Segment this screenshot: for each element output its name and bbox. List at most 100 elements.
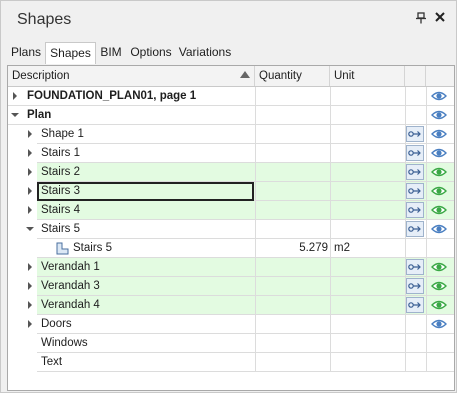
quantity-cell[interactable]	[255, 106, 330, 125]
collapse-arrow-icon[interactable]	[11, 113, 19, 117]
tree-row[interactable]: Windows	[8, 334, 454, 353]
link-button[interactable]	[406, 164, 424, 180]
quantity-cell[interactable]	[255, 87, 330, 106]
quantity-cell[interactable]	[255, 201, 330, 220]
tab-shapes[interactable]: Shapes	[45, 42, 96, 64]
eye-visible-icon[interactable]	[431, 260, 447, 274]
unit-cell[interactable]	[330, 182, 405, 201]
unit-cell[interactable]	[330, 125, 405, 144]
tree-row[interactable]: Text	[8, 353, 454, 372]
description-cell[interactable]	[37, 239, 255, 258]
quantity-cell[interactable]	[255, 182, 330, 201]
unit-cell[interactable]	[330, 277, 405, 296]
expand-arrow-icon[interactable]	[28, 168, 32, 176]
tree-row-highlighted[interactable]: Verandah 3	[8, 277, 454, 296]
eye-visible-icon[interactable]	[431, 203, 447, 217]
column-divider	[255, 220, 256, 239]
unit-cell[interactable]	[330, 334, 405, 353]
collapse-arrow-icon[interactable]	[26, 227, 34, 231]
tree-row-highlighted[interactable]: Verandah 4	[8, 296, 454, 315]
link-button[interactable]	[406, 183, 424, 199]
eye-icon[interactable]	[431, 89, 447, 103]
close-icon[interactable]	[433, 11, 447, 27]
quantity-cell[interactable]	[255, 125, 330, 144]
quantity-cell[interactable]	[255, 258, 330, 277]
row-label: Doors	[41, 318, 72, 330]
eye-icon[interactable]	[431, 317, 447, 331]
eye-visible-icon[interactable]	[431, 298, 447, 312]
quantity-cell[interactable]	[255, 296, 330, 315]
quantity-cell[interactable]	[255, 334, 330, 353]
link-button[interactable]	[406, 126, 424, 142]
expand-arrow-icon[interactable]	[28, 263, 32, 271]
tree-row-highlighted[interactable]: Verandah 1	[8, 258, 454, 277]
unit-cell[interactable]	[330, 220, 405, 239]
tree-row[interactable]: Stairs 5	[8, 220, 454, 239]
column-header-description[interactable]: Description	[8, 66, 255, 86]
link-button[interactable]	[406, 278, 424, 294]
column-header-unit[interactable]: Unit	[330, 66, 405, 86]
tab-options[interactable]: Options	[127, 42, 175, 64]
column-header-visibility[interactable]	[426, 66, 454, 86]
eye-visible-icon[interactable]	[431, 165, 447, 179]
tree-row-highlighted[interactable]: Stairs 4	[8, 201, 454, 220]
unit-cell[interactable]	[330, 258, 405, 277]
tree-row[interactable]: FOUNDATION_PLAN01, page 1	[8, 87, 454, 106]
column-divider	[426, 87, 427, 106]
tree-row-highlighted[interactable]: Stairs 2	[8, 163, 454, 182]
link-button[interactable]	[406, 145, 424, 161]
unit-cell[interactable]	[330, 296, 405, 315]
tab-variations[interactable]: Variations	[177, 42, 233, 64]
unit-cell[interactable]	[330, 144, 405, 163]
unit-cell[interactable]	[330, 353, 405, 372]
eye-icon[interactable]	[431, 127, 447, 141]
unit-cell[interactable]	[330, 201, 405, 220]
link-arrow-icon	[408, 150, 421, 156]
column-header-description-label: Description	[12, 70, 70, 82]
tree-row-highlighted[interactable]: Stairs 3	[8, 182, 454, 201]
unit-cell[interactable]	[330, 106, 405, 125]
quantity-cell[interactable]	[255, 315, 330, 334]
quantity-cell[interactable]	[255, 353, 330, 372]
eye-icon[interactable]	[431, 108, 447, 122]
expand-arrow-icon[interactable]	[28, 301, 32, 309]
eye-icon[interactable]	[431, 222, 447, 236]
quantity-cell[interactable]	[255, 163, 330, 182]
link-button[interactable]	[406, 202, 424, 218]
tab-plans[interactable]: Plans	[7, 42, 45, 64]
link-cell	[405, 106, 426, 125]
pin-icon[interactable]	[414, 12, 428, 26]
expand-arrow-icon[interactable]	[13, 92, 17, 100]
unit-cell[interactable]	[330, 87, 405, 106]
tab-bim[interactable]: BIM	[96, 42, 126, 64]
expand-arrow-icon[interactable]	[28, 149, 32, 157]
panel-title: Shapes	[17, 11, 72, 28]
quantity-cell[interactable]	[255, 144, 330, 163]
tree-row[interactable]: Stairs 5 5.279 m2	[8, 239, 454, 258]
eye-visible-icon[interactable]	[431, 279, 447, 293]
tree-row[interactable]: Shape 1	[8, 125, 454, 144]
quantity-cell[interactable]	[255, 277, 330, 296]
quantity-cell[interactable]	[255, 220, 330, 239]
row-label: Verandah 1	[41, 261, 100, 273]
tree-row[interactable]: Plan	[8, 106, 454, 125]
column-header-quantity[interactable]: Quantity	[255, 66, 330, 86]
tree-row[interactable]: Stairs 1	[8, 144, 454, 163]
eye-visible-icon[interactable]	[431, 184, 447, 198]
column-divider	[330, 277, 331, 296]
expand-arrow-icon[interactable]	[28, 206, 32, 214]
eye-icon[interactable]	[431, 146, 447, 160]
expand-arrow-icon[interactable]	[28, 187, 32, 195]
column-header-link[interactable]	[405, 66, 426, 86]
unit-cell[interactable]	[330, 163, 405, 182]
description-cell[interactable]	[37, 353, 255, 372]
unit-cell[interactable]	[330, 315, 405, 334]
link-button[interactable]	[406, 221, 424, 237]
column-divider	[330, 201, 331, 220]
link-button[interactable]	[406, 259, 424, 275]
expand-arrow-icon[interactable]	[28, 282, 32, 290]
link-button[interactable]	[406, 297, 424, 313]
tree-row[interactable]: Doors	[8, 315, 454, 334]
expand-arrow-icon[interactable]	[28, 320, 32, 328]
expand-arrow-icon[interactable]	[28, 130, 32, 138]
